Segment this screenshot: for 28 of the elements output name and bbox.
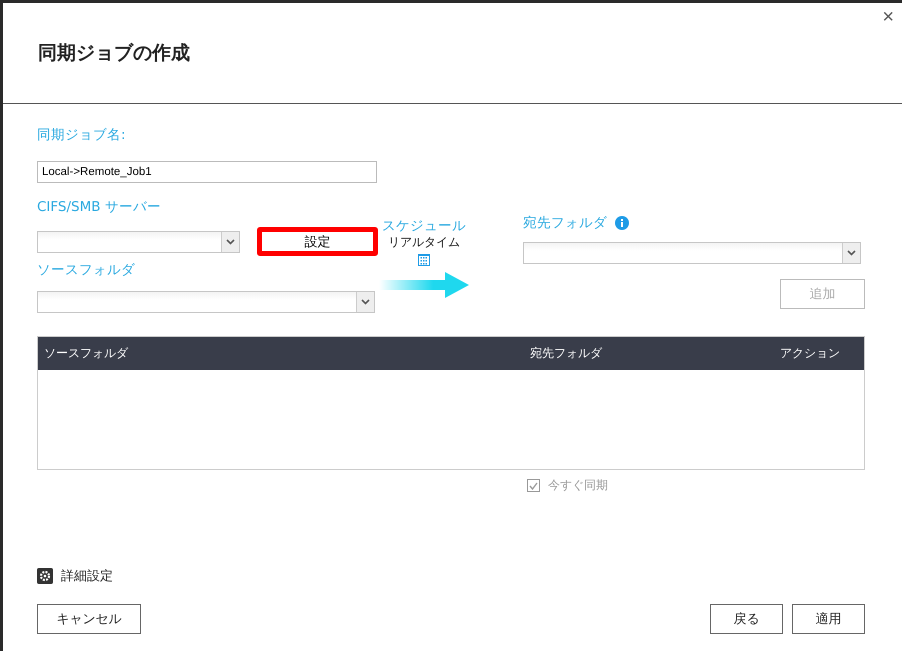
schedule-label: スケジュール [382, 217, 466, 235]
column-header: 宛先フォルダ [530, 345, 604, 362]
column-header: ソースフォルダ [44, 345, 130, 362]
caret-icon [847, 250, 856, 256]
column-header: アクション [780, 345, 840, 362]
caret-icon [361, 299, 370, 305]
close-button[interactable]: × [882, 7, 894, 27]
destination-folder-dropdown[interactable] [523, 242, 861, 264]
field-label: CIFS/SMB サーバー [37, 198, 162, 216]
calendar-icon[interactable] [418, 254, 430, 266]
source-folder-dropdown[interactable] [37, 291, 375, 313]
caret-icon [226, 238, 235, 244]
settings-button[interactable]: 設定 [257, 227, 378, 256]
advanced-settings-link[interactable]: 詳細設定 [61, 567, 113, 585]
arrow-icon [379, 272, 469, 298]
field-label: 宛先フォルダ [523, 214, 607, 232]
checkbox-label: 今すぐ同期 [548, 477, 608, 494]
field-label: ソースフォルダ [37, 261, 136, 279]
job-name-field[interactable]: Local->Remote_Job1 [37, 161, 377, 183]
field-label: 同期ジョブ名: [37, 126, 127, 144]
apply-button[interactable]: 適用 [792, 604, 865, 634]
info-icon[interactable] [615, 216, 629, 230]
gear-icon[interactable] [37, 568, 53, 584]
dialog-title: 同期ジョブの作成 [38, 41, 190, 66]
back-button[interactable]: 戻る [710, 604, 783, 634]
schedule-value: リアルタイム [388, 235, 460, 250]
cancel-button[interactable]: キャンセル [37, 604, 141, 634]
server-dropdown[interactable] [37, 230, 240, 252]
